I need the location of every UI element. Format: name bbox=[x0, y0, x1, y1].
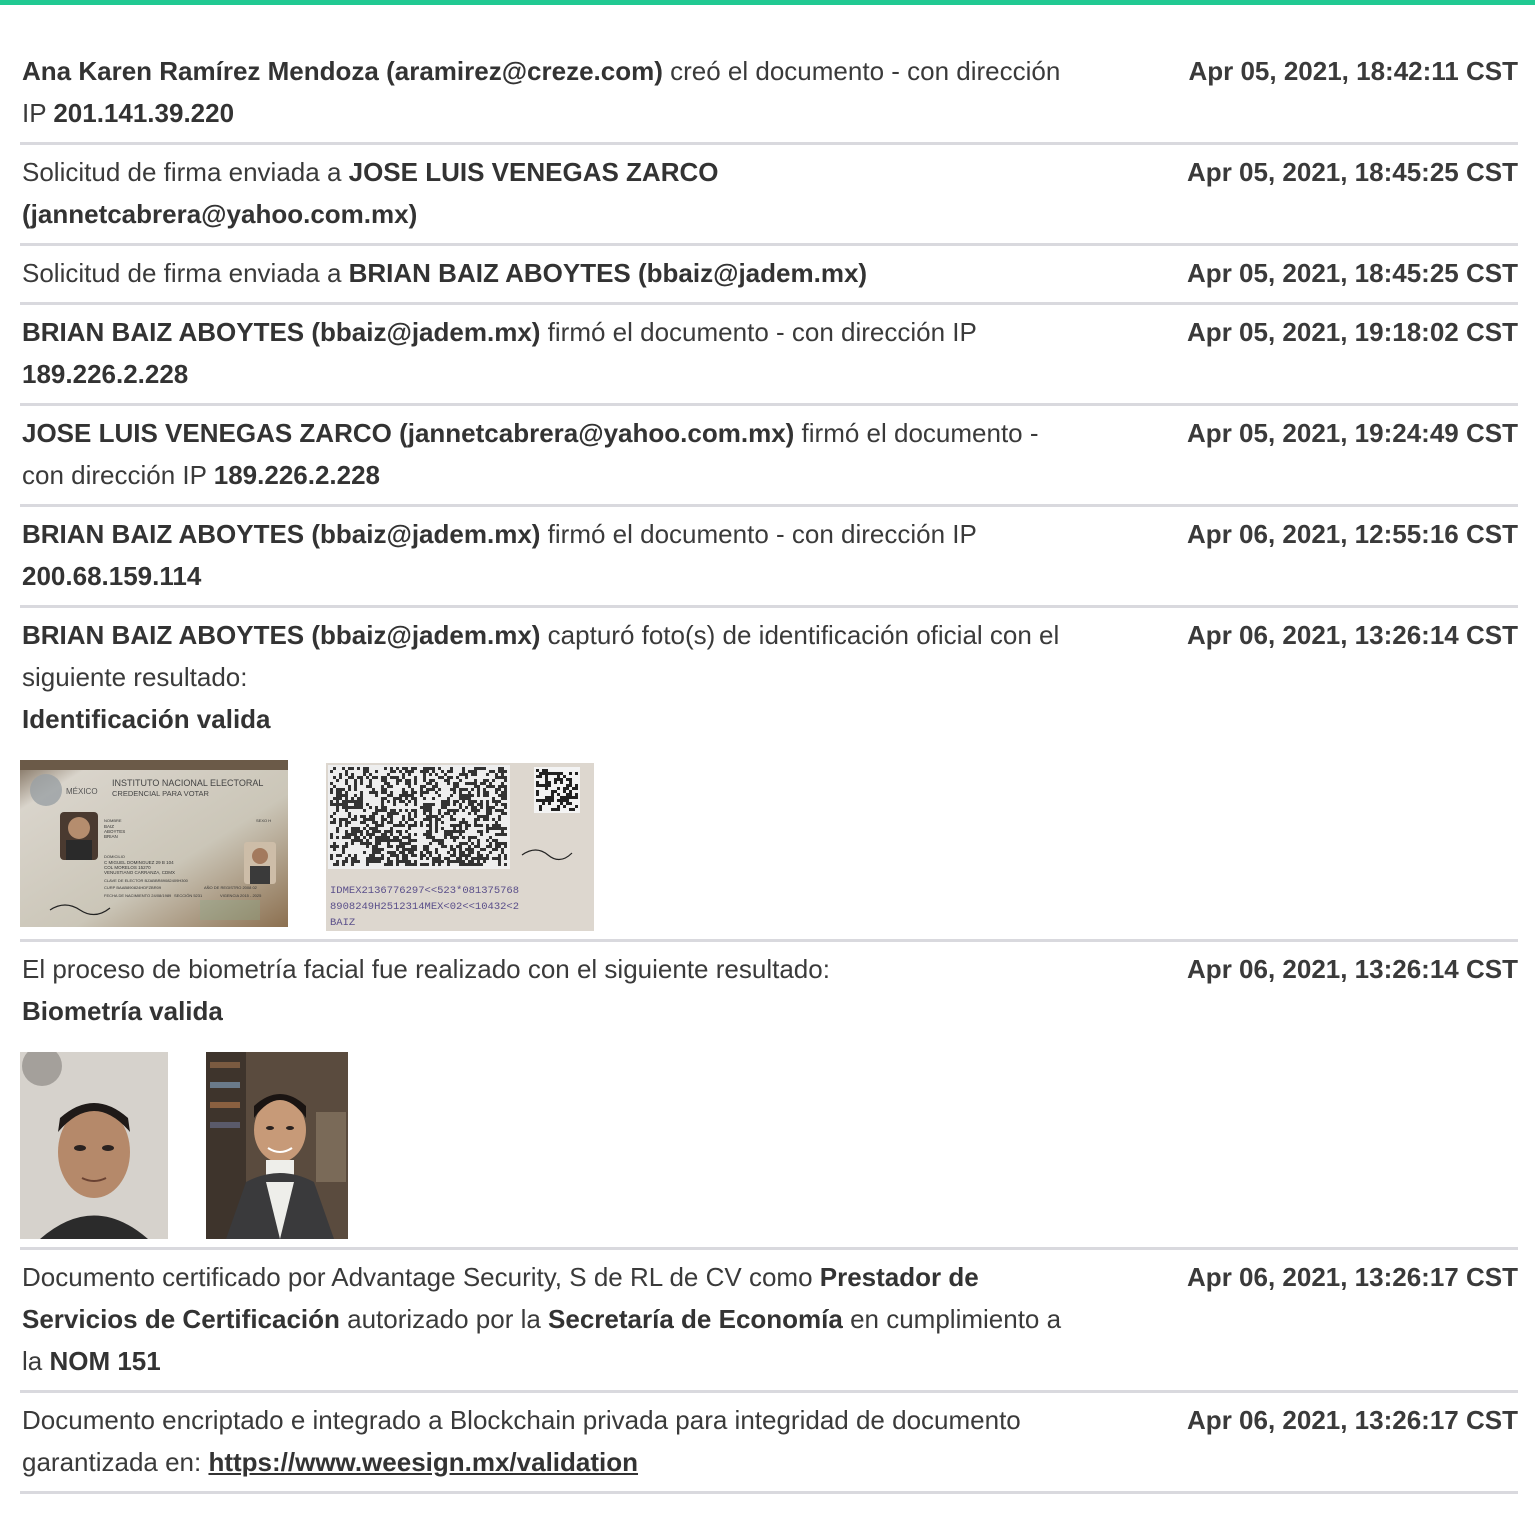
svg-text:NOMBRE: NOMBRE bbox=[104, 818, 122, 823]
id-card-front-photo: MÉXICO INSTITUTO NACIONAL ELECTORAL CRED… bbox=[20, 760, 288, 927]
log-entry-highlight: JOSE LUIS VENEGAS ZARCO (jannetcabrera@y… bbox=[22, 418, 795, 448]
log-entry: El proceso de biometría facial fue reali… bbox=[20, 942, 1518, 1250]
log-entry-highlight: BRIAN BAIZ ABOYTES (bbaiz@jadem.mx) bbox=[348, 258, 868, 288]
log-entry-timestamp: Apr 05, 2021, 18:45:25 CST bbox=[1187, 258, 1518, 288]
svg-text:CLAVE DE ELECTOR BZABBR890824: CLAVE DE ELECTOR BZABBR89082409H300 bbox=[104, 878, 189, 883]
log-entry-text: firmó el documento - con dirección IP bbox=[540, 519, 977, 549]
log-entry-description: JOSE LUIS VENEGAS ZARCO (jannetcabrera@y… bbox=[22, 412, 1082, 496]
log-entry-highlight: Identificación valida bbox=[22, 704, 271, 734]
log-entry-timestamp: Apr 06, 2021, 13:26:17 CST bbox=[1187, 1405, 1518, 1435]
log-entry-description: El proceso de biometría facial fue reali… bbox=[20, 948, 1082, 1239]
log-entry: Solicitud de firma enviada a BRIAN BAIZ … bbox=[20, 246, 1518, 305]
log-entry-highlight: Biometría valida bbox=[22, 996, 223, 1026]
biometric-photos bbox=[20, 1052, 1082, 1239]
log-entry: Documento encriptado e integrado a Block… bbox=[20, 1393, 1518, 1494]
log-entry-timestamp: Apr 06, 2021, 12:55:16 CST bbox=[1187, 519, 1518, 549]
id-card-back-photo: IDMEX2136776297<<523*081375768 8908249H2… bbox=[326, 763, 594, 931]
log-entry-timestamp: Apr 06, 2021, 13:26:14 CST bbox=[1187, 954, 1518, 984]
log-entry-highlight: NOM 151 bbox=[49, 1346, 161, 1376]
log-entry-highlight: 189.226.2.228 bbox=[213, 460, 381, 490]
log-entry-text: firmó el documento - con dirección IP bbox=[540, 317, 977, 347]
log-entry-highlight: 200.68.159.114 bbox=[22, 561, 202, 591]
log-entry-timestamp: Apr 05, 2021, 19:24:49 CST bbox=[1187, 418, 1518, 448]
svg-text:SEXO H: SEXO H bbox=[256, 818, 271, 823]
log-entry-description: BRIAN BAIZ ABOYTES (bbaiz@jadem.mx) capt… bbox=[20, 614, 1082, 931]
log-entry-description: Solicitud de firma enviada a JOSE LUIS V… bbox=[22, 151, 1082, 235]
log-entry-highlight: 189.226.2.228 bbox=[22, 359, 189, 389]
svg-text:CREDENCIAL PARA VOTAR: CREDENCIAL PARA VOTAR bbox=[112, 789, 210, 798]
log-entry: Solicitud de firma enviada a JOSE LUIS V… bbox=[20, 145, 1518, 246]
id-face-photo bbox=[20, 1052, 168, 1239]
log-entry: Documento certificado por Advantage Secu… bbox=[20, 1250, 1518, 1393]
log-entry: Ana Karen Ramírez Mendoza (aramirez@crez… bbox=[20, 44, 1518, 145]
log-entry: JOSE LUIS VENEGAS ZARCO (jannetcabrera@y… bbox=[20, 406, 1518, 507]
log-entry-description: BRIAN BAIZ ABOYTES (bbaiz@jadem.mx) firm… bbox=[22, 513, 1082, 597]
log-entry-text: autorizado por la bbox=[339, 1304, 549, 1334]
svg-text:AÑO DE REGISTRO 2008 02: AÑO DE REGISTRO 2008 02 bbox=[204, 885, 258, 890]
log-entry-description: Documento certificado por Advantage Secu… bbox=[22, 1256, 1082, 1382]
log-entry-highlight: BRIAN BAIZ ABOYTES (bbaiz@jadem.mx) bbox=[22, 519, 541, 549]
log-entry-highlight: Ana Karen Ramírez Mendoza (aramirez@crez… bbox=[22, 56, 663, 86]
log-entry-text: Solicitud de firma enviada a bbox=[22, 157, 349, 187]
log-entry-timestamp: Apr 06, 2021, 13:26:17 CST bbox=[1187, 1262, 1518, 1292]
log-entry-text: Solicitud de firma enviada a bbox=[22, 258, 349, 288]
log-entry-text: Documento certificado por Advantage Secu… bbox=[22, 1262, 820, 1292]
audit-log: Ana Karen Ramírez Mendoza (aramirez@crez… bbox=[20, 44, 1518, 1494]
svg-text:BAIZ: BAIZ bbox=[330, 917, 355, 929]
log-entry-timestamp: Apr 05, 2021, 18:45:25 CST bbox=[1187, 157, 1518, 187]
svg-text:DOMICILIO: DOMICILIO bbox=[104, 854, 125, 859]
svg-text:VENUSTIANO CARRANZA, CDMX: VENUSTIANO CARRANZA, CDMX bbox=[104, 870, 175, 875]
svg-text:FECHA DE NACIMIENTO 24/08/198: FECHA DE NACIMIENTO 24/08/1989 bbox=[104, 893, 172, 898]
svg-text:CURP BAAB890824HDFZBR09: CURP BAAB890824HDFZBR09 bbox=[104, 885, 162, 890]
log-entry: BRIAN BAIZ ABOYTES (bbaiz@jadem.mx) firm… bbox=[20, 305, 1518, 406]
log-entry-description: Documento encriptado e integrado a Block… bbox=[22, 1399, 1082, 1483]
svg-text:IDMEX2136776297<<523*081375768: IDMEX2136776297<<523*081375768 bbox=[330, 885, 519, 897]
log-entry-description: BRIAN BAIZ ABOYTES (bbaiz@jadem.mx) firm… bbox=[22, 311, 1082, 395]
log-entry-highlight: Secretaría de Economía bbox=[548, 1304, 843, 1334]
id-photos: MÉXICO INSTITUTO NACIONAL ELECTORAL CRED… bbox=[20, 760, 1082, 931]
log-entry-description: Ana Karen Ramírez Mendoza (aramirez@crez… bbox=[22, 50, 1082, 134]
log-entry: BRIAN BAIZ ABOYTES (bbaiz@jadem.mx) capt… bbox=[20, 608, 1518, 942]
log-entry-highlight: 201.141.39.220 bbox=[53, 98, 235, 128]
log-entry: BRIAN BAIZ ABOYTES (bbaiz@jadem.mx) firm… bbox=[20, 507, 1518, 608]
log-entry-timestamp: Apr 05, 2021, 18:42:11 CST bbox=[1188, 56, 1518, 86]
svg-text:SECCIÓN 5231: SECCIÓN 5231 bbox=[174, 893, 203, 898]
svg-text:8908249H2512314MEX<02<<10432<2: 8908249H2512314MEX<02<<10432<2 bbox=[330, 901, 519, 913]
log-entry-timestamp: Apr 05, 2021, 19:18:02 CST bbox=[1187, 317, 1518, 347]
log-entry-highlight: BRIAN BAIZ ABOYTES (bbaiz@jadem.mx) bbox=[22, 620, 541, 650]
selfie-photo bbox=[206, 1052, 348, 1239]
log-entry-highlight: BRIAN BAIZ ABOYTES (bbaiz@jadem.mx) bbox=[22, 317, 541, 347]
validation-link[interactable]: https://www.weesign.mx/validation bbox=[208, 1447, 638, 1477]
svg-text:INSTITUTO NACIONAL ELECTORAL: INSTITUTO NACIONAL ELECTORAL bbox=[112, 778, 263, 788]
log-entry-text: El proceso de biometría facial fue reali… bbox=[22, 954, 830, 984]
top-accent-bar bbox=[0, 0, 1535, 5]
log-entry-timestamp: Apr 06, 2021, 13:26:14 CST bbox=[1187, 620, 1518, 650]
svg-text:VIGENCIA 2015 - 2025: VIGENCIA 2015 - 2025 bbox=[220, 893, 262, 898]
svg-text:BRIAN: BRIAN bbox=[104, 834, 118, 839]
log-entry-description: Solicitud de firma enviada a BRIAN BAIZ … bbox=[22, 252, 1082, 294]
svg-text:MÉXICO: MÉXICO bbox=[66, 787, 98, 796]
